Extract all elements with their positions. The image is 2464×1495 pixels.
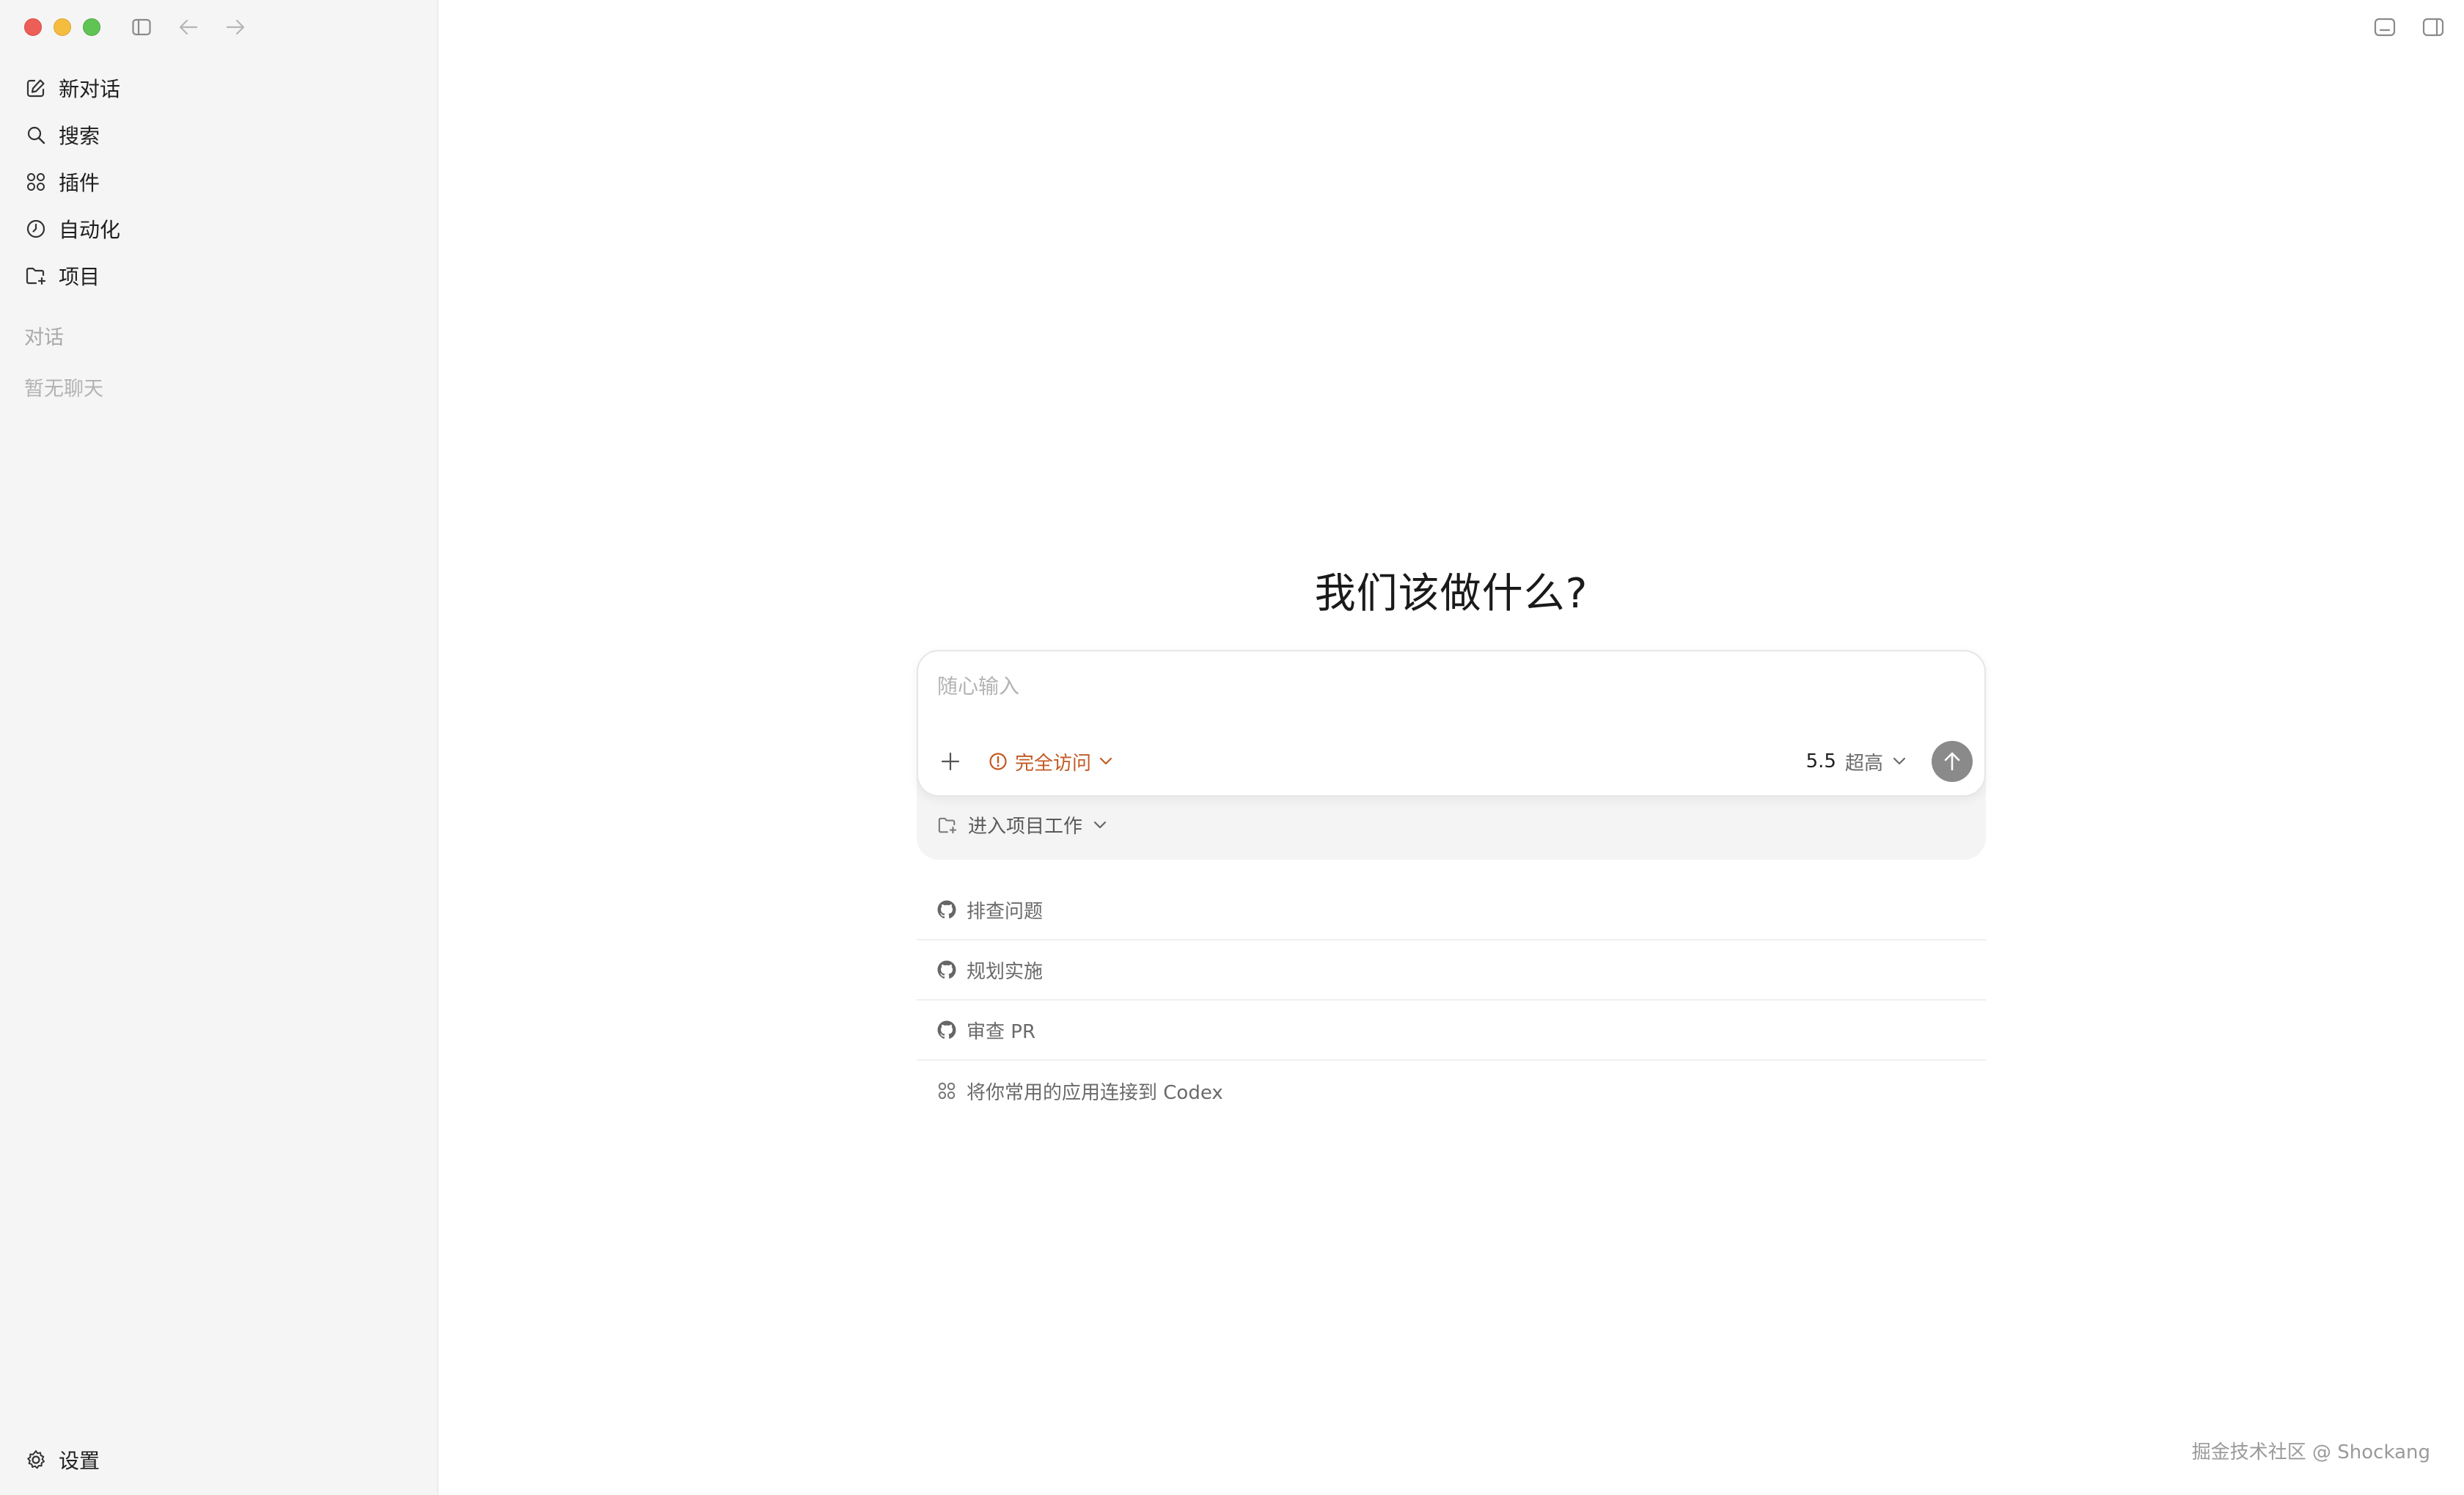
suggestion-label: 审查 PR: [967, 1020, 1036, 1043]
clock-icon: [25, 218, 47, 240]
titlebar-controls: [128, 15, 249, 40]
suggestion-review-pr[interactable]: 审查 PR: [917, 1001, 1986, 1061]
model-selector[interactable]: 5.5 超高: [1806, 748, 1907, 775]
sidebar-item-projects[interactable]: 项目: [22, 252, 422, 299]
warning-icon: [989, 753, 1007, 770]
top-right-controls: [2372, 15, 2446, 40]
github-icon: [937, 900, 956, 919]
suggestion-label: 规划实施: [967, 960, 1044, 983]
enter-project-dropdown[interactable]: 进入项目工作: [937, 811, 1107, 838]
settings-label: 设置: [59, 1449, 100, 1473]
no-chats-label: 暂无聊天: [24, 378, 103, 401]
github-icon: [937, 1020, 956, 1039]
sidebar-item-plugins[interactable]: 插件: [22, 158, 422, 205]
composer-container: 完全访问 5.5 超高 进入项目工作: [917, 650, 1986, 860]
plus-icon: [941, 752, 960, 771]
gear-icon: [25, 1449, 47, 1471]
sidebar-item-search[interactable]: 搜索: [22, 112, 422, 158]
composer: 完全访问 5.5 超高: [917, 650, 1986, 797]
sidebar-item-label: 自动化: [59, 218, 121, 242]
suggestion-connect-apps[interactable]: 将你常用的应用连接到 Codex: [917, 1061, 1986, 1121]
suggestion-troubleshoot[interactable]: 排查问题: [917, 880, 1986, 940]
sidebar-item-automation[interactable]: 自动化: [22, 205, 422, 252]
maximize-window-button[interactable]: [83, 18, 100, 36]
arrow-right-icon[interactable]: [222, 15, 249, 40]
sidebar-item-label: 新对话: [59, 77, 121, 101]
enter-project-label: 进入项目工作: [968, 816, 1083, 838]
close-window-button[interactable]: [24, 18, 42, 36]
folder-icon: [938, 817, 957, 833]
suggestion-label: 将你常用的应用连接到 Codex: [967, 1081, 1223, 1104]
arrow-left-icon[interactable]: [175, 15, 202, 40]
sidebar-toggle-icon[interactable]: [128, 15, 155, 40]
edit-icon: [25, 77, 47, 99]
apps-grid-icon: [938, 1082, 956, 1100]
folder-icon: [25, 265, 47, 287]
sidebar-item-label: 搜索: [59, 124, 100, 148]
reasoning-level: 超高: [1844, 752, 1883, 775]
conversations-section-label: 对话: [24, 326, 64, 349]
sidebar-item-label: 插件: [59, 171, 100, 195]
main-panel: 我们该做什么? 完全访问 5.5 超高: [439, 0, 2464, 1495]
model-version: 5.5: [1805, 750, 1836, 772]
terminal-panel-icon[interactable]: [2372, 15, 2398, 40]
github-icon: [937, 960, 956, 979]
search-icon: [25, 124, 47, 146]
right-panel-icon[interactable]: [2420, 15, 2446, 40]
minimize-window-button[interactable]: [54, 18, 71, 36]
access-mode-label: 完全访问: [1015, 752, 1092, 775]
arrow-up-icon: [1944, 752, 1960, 771]
settings-button[interactable]: 设置: [25, 1445, 100, 1474]
attach-button[interactable]: [934, 745, 967, 778]
suggestion-label: 排查问题: [967, 900, 1044, 923]
sidebar-nav: 新对话 搜索 插件 自动化 项目: [22, 65, 422, 299]
composer-toolbar: 完全访问 5.5 超高: [934, 741, 1973, 782]
sidebar: 新对话 搜索 插件 自动化 项目 对话 暂无聊天 设置: [0, 0, 439, 1495]
sidebar-item-new-chat[interactable]: 新对话: [22, 65, 422, 112]
plugins-grid-icon: [25, 171, 47, 193]
chevron-down-icon: [1093, 821, 1107, 828]
chevron-down-icon: [1893, 757, 1906, 765]
suggestion-list: 排查问题 规划实施 审查 PR 将你常用的应用连接到 Codex: [917, 880, 1986, 1121]
prompt-input[interactable]: [936, 668, 1967, 704]
send-button[interactable]: [1932, 741, 1973, 782]
suggestion-plan[interactable]: 规划实施: [917, 940, 1986, 1001]
app-window: 新对话 搜索 插件 自动化 项目 对话 暂无聊天 设置 我们该做什么? 随心输入…: [0, 0, 2464, 1495]
access-mode-dropdown[interactable]: 完全访问: [989, 748, 1113, 775]
chevron-down-icon: [1099, 757, 1112, 765]
sidebar-item-label: 项目: [59, 265, 100, 289]
watermark: 掘金技术社区 @ Shockang: [2191, 1441, 2430, 1463]
page-title: 我们该做什么?: [1314, 569, 1588, 618]
window-controls: [24, 18, 100, 36]
